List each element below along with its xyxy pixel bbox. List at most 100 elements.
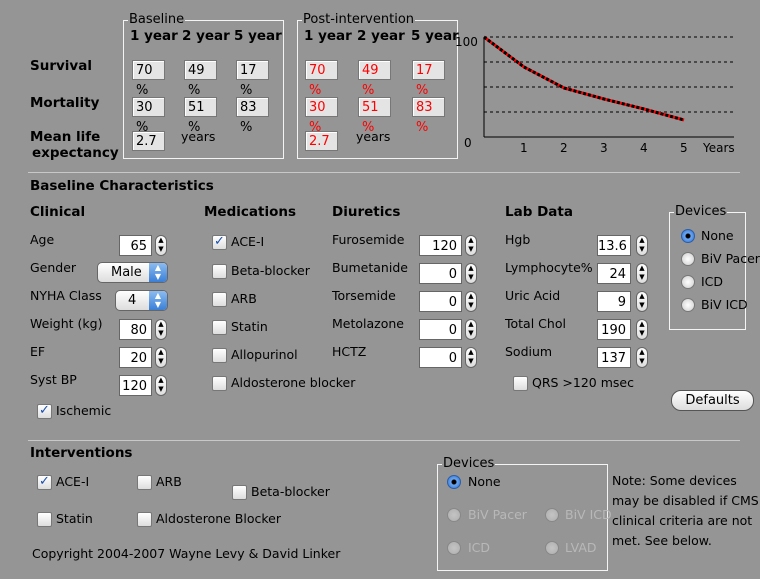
survival-line-1 (483, 35, 685, 122)
int-aldosterone-checkbox[interactable] (137, 512, 152, 527)
age-stepper[interactable]: ▲ ▼ (155, 235, 167, 256)
baseline-devices-legend: Devices (674, 204, 728, 219)
gender-select[interactable]: Male ▲ ▼ (97, 262, 168, 283)
med-acei-checkbox[interactable]: ✓ (212, 235, 227, 250)
clinical-title: Clinical (30, 204, 86, 220)
mortality-label: Mortality (30, 95, 100, 111)
age-input[interactable]: 65 (119, 235, 152, 256)
copyright: Copyright 2004-2007 Wayne Levy & David L… (32, 546, 341, 561)
devices-note-line-4: met. See below. (612, 533, 712, 548)
int-device-biv-icd-label: BiV ICD (565, 507, 612, 522)
baseline-device-icd-radio[interactable] (681, 275, 695, 289)
int-betablocker-label: Beta-blocker (251, 484, 330, 499)
furosemide-stepper[interactable]: ▲ ▼ (465, 235, 477, 256)
weight-input[interactable]: 80 (119, 319, 152, 340)
hctz-label: HCTZ (332, 344, 367, 359)
total-chol-input[interactable]: 190 (597, 319, 631, 340)
med-arb-checkbox[interactable] (212, 292, 227, 307)
med-betablocker-checkbox[interactable] (212, 264, 227, 279)
survival-line-0 (483, 35, 685, 122)
torsemide-input[interactable]: 0 (419, 291, 462, 312)
baseline-device-none-radio[interactable] (681, 229, 695, 243)
total-chol-label: Total Chol (505, 316, 566, 331)
ef-label: EF (30, 344, 46, 359)
ef-stepper[interactable]: ▲ ▼ (155, 347, 167, 368)
defaults-button[interactable]: Defaults (671, 390, 754, 411)
int-statin-checkbox[interactable] (37, 512, 52, 527)
sodium-input[interactable]: 137 (597, 347, 631, 368)
baseline-mortality-2yr: 51 % (184, 97, 217, 135)
baseline-device-biv-pacer-radio[interactable] (681, 252, 695, 266)
weight-stepper[interactable]: ▲ ▼ (155, 319, 167, 340)
nyha-select[interactable]: 4 ▲ ▼ (115, 290, 168, 311)
furosemide-input[interactable]: 120 (419, 235, 462, 256)
lymphocyte-input[interactable]: 24 (597, 263, 631, 284)
ef-input[interactable]: 20 (119, 347, 152, 368)
sodium-stepper[interactable]: ▲ ▼ (636, 347, 648, 368)
interventions-title: Interventions (30, 445, 133, 461)
post-mortality-5yr: 83 % (412, 97, 445, 135)
int-device-icd-radio[interactable] (447, 541, 461, 555)
total-chol-stepper[interactable]: ▲ ▼ (636, 319, 648, 340)
y-tick-label-100: 100 (455, 35, 478, 49)
med-statin-checkbox[interactable] (212, 320, 227, 335)
bumetanide-stepper[interactable]: ▲ ▼ (465, 263, 477, 284)
baseline-results-legend: Baseline (128, 12, 186, 27)
med-statin-label: Statin (231, 319, 268, 334)
post-mortality-2yr: 51 % (358, 97, 391, 135)
y-tick-label-0: 0 (464, 136, 472, 150)
int-device-lvad-label: LVAD (565, 540, 597, 555)
metolazone-stepper[interactable]: ▲ ▼ (465, 319, 477, 340)
int-acei-label: ACE-I (56, 474, 90, 489)
int-device-none-radio[interactable] (447, 475, 461, 489)
baseline-year2-header: 2 year (182, 28, 230, 44)
gender-label: Gender (30, 260, 77, 275)
lymphocyte-stepper[interactable]: ▲ ▼ (636, 263, 648, 284)
post-year2-header: 2 year (357, 28, 405, 44)
ischemic-checkbox[interactable]: ✓ (37, 404, 52, 419)
int-arb-label: ARB (156, 474, 182, 489)
sbp-stepper[interactable]: ▲ ▼ (155, 375, 167, 396)
x-tick-label-4: 4 (640, 141, 648, 155)
int-arb-checkbox[interactable] (137, 475, 152, 490)
uric-acid-input[interactable]: 9 (597, 291, 631, 312)
int-acei-checkbox[interactable]: ✓ (37, 475, 52, 490)
metolazone-input[interactable]: 0 (419, 319, 462, 340)
life-expectancy-label-1: Mean life (30, 129, 101, 145)
medications-title: Medications (204, 204, 296, 220)
med-allopurinol-label: Allopurinol (231, 347, 298, 362)
hctz-stepper[interactable]: ▲ ▼ (465, 347, 477, 368)
baseline-survival-5yr: 17 % (236, 60, 269, 98)
baseline-mortality-5yr: 83 % (236, 97, 269, 135)
post-life-expectancy: 2.7 (305, 131, 338, 151)
metolazone-label: Metolazone (332, 316, 404, 331)
post-years-unit: years (356, 129, 391, 144)
divider (28, 172, 740, 173)
sbp-input[interactable]: 120 (119, 375, 152, 396)
baseline-year1-header: 1 year (130, 28, 178, 44)
qrs-checkbox[interactable] (513, 376, 528, 391)
med-betablocker-label: Beta-blocker (231, 263, 310, 278)
uric-acid-stepper[interactable]: ▲ ▼ (636, 291, 648, 312)
int-device-biv-icd-radio[interactable] (545, 508, 559, 522)
x-axis-label: Years (702, 141, 735, 155)
int-device-biv-pacer-radio[interactable] (447, 508, 461, 522)
bumetanide-input[interactable]: 0 (419, 263, 462, 284)
int-betablocker-checkbox[interactable] (232, 485, 247, 500)
diuretics-title: Diuretics (332, 204, 401, 220)
med-aldosterone-checkbox[interactable] (212, 376, 227, 391)
hgb-stepper[interactable]: ▲ ▼ (636, 235, 648, 256)
hgb-input[interactable]: 13.6 (597, 235, 631, 256)
nyha-value: 4 (128, 293, 137, 308)
baseline-device-none-label: None (701, 228, 734, 243)
nyha-label: NYHA Class (30, 288, 102, 303)
torsemide-stepper[interactable]: ▲ ▼ (465, 291, 477, 312)
post-survival-1yr: 70 % (305, 60, 338, 98)
int-device-lvad-radio[interactable] (545, 541, 559, 555)
post-mortality-1yr: 30 % (305, 97, 338, 135)
x-tick-label-2: 2 (560, 141, 568, 155)
lymphocyte-label: Lymphocyte% (505, 260, 593, 275)
hctz-input[interactable]: 0 (419, 347, 462, 368)
med-allopurinol-checkbox[interactable] (212, 348, 227, 363)
baseline-device-biv-icd-radio[interactable] (681, 298, 695, 312)
